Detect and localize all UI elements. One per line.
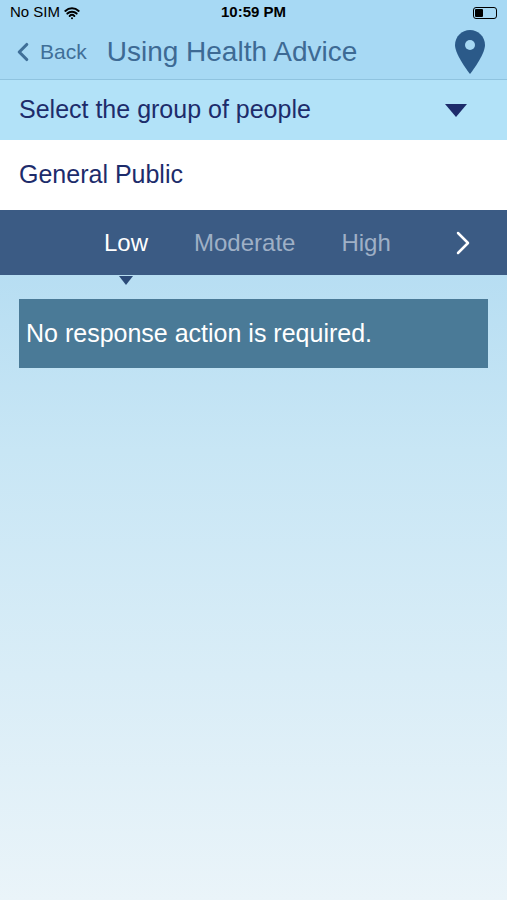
app-screen: No SIM 10:59 PM Back Using Health Advice Sel… <box>0 0 507 900</box>
group-select-label: Select the group of people <box>19 91 311 129</box>
dropdown-triangle-icon <box>445 104 467 117</box>
nav-title: Using Health Advice <box>107 31 455 73</box>
map-pin-icon <box>455 30 485 74</box>
selected-indicator-icon <box>119 276 133 285</box>
back-chevron-icon <box>8 37 38 67</box>
level-tab[interactable]: Low <box>104 225 148 261</box>
carrier-label: No SIM <box>10 1 60 24</box>
nav-bar: Back Using Health Advice <box>0 25 507 80</box>
advice-box: No response action is required. <box>19 299 488 368</box>
status-bar: No SIM 10:59 PM <box>0 0 507 25</box>
next-chevron-icon[interactable] <box>443 223 483 263</box>
level-tab[interactable]: Moderate <box>194 225 295 261</box>
group-value: General Public <box>0 140 507 210</box>
level-tab[interactable]: High <box>341 225 390 261</box>
location-button[interactable] <box>455 30 499 74</box>
level-tabs: Low Moderate High <box>0 210 507 275</box>
battery-icon <box>473 7 497 19</box>
group-select[interactable]: Select the group of people <box>0 80 507 140</box>
wifi-icon <box>64 5 80 21</box>
back-button[interactable]: Back <box>8 36 87 68</box>
clock: 10:59 PM <box>221 1 286 24</box>
